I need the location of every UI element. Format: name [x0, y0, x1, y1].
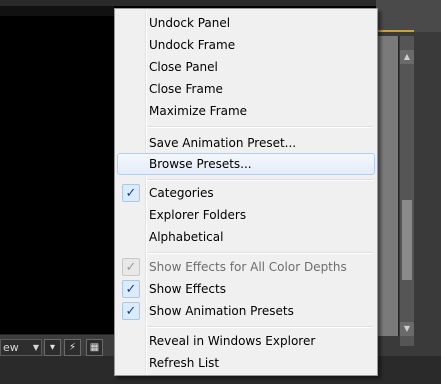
- panel-context-menu: Undock Panel Undock Frame Close Panel Cl…: [114, 8, 378, 376]
- menu-item-close-frame[interactable]: Close Frame: [117, 78, 375, 100]
- menu-item-refresh-list[interactable]: Refresh List: [117, 352, 375, 374]
- view-options-icon[interactable]: ▾: [44, 339, 61, 356]
- menu-item-label: Undock Frame: [149, 38, 236, 52]
- scroll-up-arrow-icon[interactable]: ▲: [400, 50, 414, 64]
- panel-frame-header[interactable]: [376, 0, 441, 32]
- menu-item-undock-panel[interactable]: Undock Panel: [117, 12, 375, 34]
- menu-item-explorer-folders[interactable]: Explorer Folders: [117, 204, 375, 226]
- viewer-toolbar: ew ▼ ▾ ⚡ ▦: [0, 334, 114, 357]
- menu-item-label: Close Frame: [149, 82, 223, 96]
- menu-item-undock-frame[interactable]: Undock Frame: [117, 34, 375, 56]
- menu-item-show-animation-presets[interactable]: ✓ Show Animation Presets: [117, 300, 375, 322]
- menu-item-categories[interactable]: ✓ Categories: [117, 182, 375, 204]
- menu-item-label: Refresh List: [149, 356, 220, 370]
- menu-item-save-animation-preset[interactable]: Save Animation Preset...: [117, 132, 375, 154]
- menu-item-label: Categories: [149, 186, 214, 200]
- menu-item-label: Explorer Folders: [149, 208, 247, 222]
- menu-item-label: Close Panel: [149, 60, 218, 74]
- menu-item-label: Show Effects: [149, 282, 226, 296]
- menu-item-browse-presets[interactable]: Browse Presets...: [117, 153, 375, 175]
- menu-item-label: Show Animation Presets: [149, 304, 294, 318]
- menu-separator: [147, 326, 373, 328]
- fast-previews-icon[interactable]: ⚡: [64, 339, 81, 356]
- checkmark-icon: ✓: [122, 184, 140, 202]
- panel-list-area[interactable]: [376, 36, 399, 336]
- menu-item-maximize-frame[interactable]: Maximize Frame: [117, 100, 375, 122]
- menu-item-reveal-in-windows-explorer[interactable]: Reveal in Windows Explorer: [117, 330, 375, 352]
- scroll-down-arrow-icon[interactable]: ▼: [400, 322, 414, 336]
- menu-separator: [147, 252, 373, 254]
- menu-item-label: Browse Presets...: [149, 157, 252, 171]
- transparency-grid-icon[interactable]: ▦: [86, 339, 103, 356]
- panel-scrollbar[interactable]: [400, 36, 414, 346]
- menu-item-close-panel[interactable]: Close Panel: [117, 56, 375, 78]
- menu-item-show-effects-all-color-depths: ✓ Show Effects for All Color Depths: [117, 256, 375, 278]
- composition-viewer-edge: [0, 6, 114, 16]
- chevron-down-icon: ▼: [32, 343, 39, 352]
- menu-item-show-effects[interactable]: ✓ Show Effects: [117, 278, 375, 300]
- effects-presets-panel: ▲ ▼: [376, 0, 441, 384]
- active-panel-indicator: [376, 30, 414, 32]
- scrollbar-thumb[interactable]: [402, 200, 412, 280]
- menu-item-label: Undock Panel: [149, 16, 231, 30]
- menu-item-label: Reveal in Windows Explorer: [149, 334, 316, 348]
- checkmark-icon: ✓: [122, 302, 140, 320]
- menu-separator: [147, 126, 373, 128]
- menu-separator: [147, 179, 373, 181]
- panel-footer-icons: [378, 340, 414, 354]
- view-dropdown[interactable]: ew ▼: [0, 339, 42, 356]
- menu-item-label: Save Animation Preset...: [149, 136, 297, 150]
- view-dropdown-label: ew: [3, 341, 19, 354]
- menu-item-label: Maximize Frame: [149, 104, 248, 118]
- checkmark-icon: ✓: [122, 258, 140, 276]
- menu-item-label: Alphabetical: [149, 230, 224, 244]
- menu-item-alphabetical[interactable]: Alphabetical: [117, 226, 375, 248]
- checkmark-icon: ✓: [122, 280, 140, 298]
- menu-item-label: Show Effects for All Color Depths: [149, 260, 347, 274]
